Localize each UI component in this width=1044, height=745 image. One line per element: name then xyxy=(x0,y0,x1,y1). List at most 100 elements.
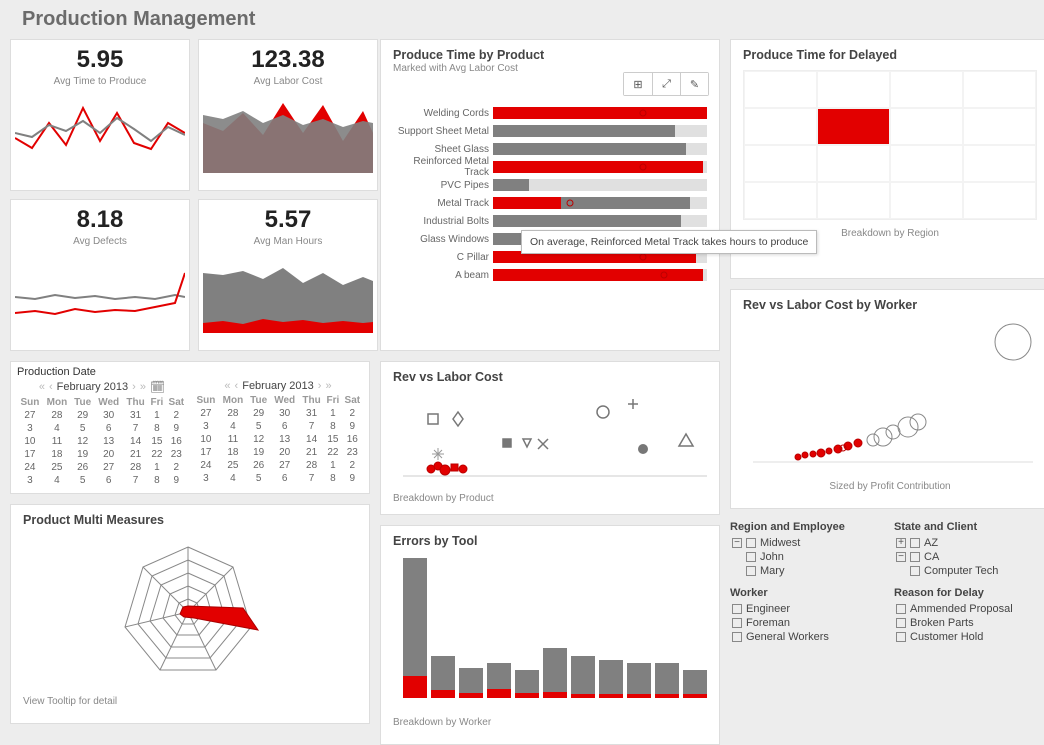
calendar-day[interactable]: 20 xyxy=(270,446,299,459)
production-date-filter[interactable]: Production Date « ‹ February 2013 › » 🗓 … xyxy=(10,361,370,494)
calendar-day[interactable]: 28 xyxy=(299,459,324,472)
kpi-avg-man-hours[interactable]: 5.57 Avg Man Hours xyxy=(198,199,378,351)
calendar-day[interactable]: 12 xyxy=(247,433,270,446)
calendar-day[interactable]: 27 xyxy=(17,409,43,422)
calendar-day[interactable]: 1 xyxy=(324,459,342,472)
calendar-day[interactable]: 30 xyxy=(94,409,123,422)
calendar-day[interactable]: 6 xyxy=(94,474,123,487)
calendar-day[interactable]: 11 xyxy=(43,435,71,448)
calendar-day[interactable]: 22 xyxy=(324,446,342,459)
calendar-day[interactable]: 25 xyxy=(219,459,247,472)
rev-vs-cost-worker-card[interactable]: Rev vs Labor Cost by Worker Sized by Pro… xyxy=(730,289,1044,509)
next-month-icon[interactable]: › xyxy=(132,381,136,393)
calendar-day[interactable]: 25 xyxy=(43,461,71,474)
expand-icon[interactable]: + xyxy=(896,538,906,548)
calendar-day[interactable]: 3 xyxy=(193,420,219,433)
calendar-day[interactable]: 9 xyxy=(342,420,363,433)
calendar-day[interactable]: 5 xyxy=(247,472,270,485)
calendar-day[interactable]: 26 xyxy=(71,461,94,474)
filter-item[interactable]: Computer Tech xyxy=(910,565,1044,577)
next-year-icon[interactable]: » xyxy=(140,381,146,393)
calendar-day[interactable]: 15 xyxy=(148,435,166,448)
calendar-day[interactable]: 14 xyxy=(123,435,148,448)
prev-month-icon[interactable]: ‹ xyxy=(235,380,239,392)
kpi-avg-defects[interactable]: 8.18 Avg Defects xyxy=(10,199,190,351)
product-row[interactable]: Industrial Bolts xyxy=(393,212,707,230)
calendar-day[interactable]: 27 xyxy=(193,407,219,420)
calendar-day[interactable]: 4 xyxy=(43,422,71,435)
filter-item[interactable]: Customer Hold xyxy=(896,631,1044,643)
calendar-day[interactable]: 22 xyxy=(148,448,166,461)
calendar-day[interactable]: 31 xyxy=(299,407,324,420)
calendar-day[interactable]: 18 xyxy=(219,446,247,459)
expand-button[interactable]: ⤢ xyxy=(652,73,680,95)
filter-item[interactable]: −CA xyxy=(896,551,1044,563)
checkbox[interactable] xyxy=(896,632,906,642)
prev-year-icon[interactable]: « xyxy=(39,381,45,393)
product-row[interactable]: A beam xyxy=(393,266,707,284)
calendar-day[interactable]: 13 xyxy=(270,433,299,446)
calendar-day[interactable]: 5 xyxy=(71,422,94,435)
kpi-avg-time[interactable]: 5.95 Avg Time to Produce xyxy=(10,39,190,191)
calendar-day[interactable]: 1 xyxy=(148,409,166,422)
calendar-day[interactable]: 5 xyxy=(247,420,270,433)
checkbox[interactable] xyxy=(746,552,756,562)
product-row[interactable]: Reinforced Metal Track xyxy=(393,158,707,176)
expand-icon[interactable]: − xyxy=(896,552,906,562)
calendar-day[interactable]: 16 xyxy=(166,435,187,448)
calendar-day[interactable]: 10 xyxy=(193,433,219,446)
data-panel-button[interactable]: ⊞ xyxy=(624,73,652,95)
calendar-day[interactable]: 9 xyxy=(166,422,187,435)
calendar-day[interactable]: 8 xyxy=(324,420,342,433)
expand-icon[interactable]: − xyxy=(732,538,742,548)
calendar-day[interactable]: 30 xyxy=(270,407,299,420)
filter-item[interactable]: −Midwest xyxy=(732,537,886,549)
calendar-icon[interactable]: 🗓 xyxy=(150,380,165,394)
calendar-day[interactable]: 15 xyxy=(324,433,342,446)
calendar-day[interactable]: 28 xyxy=(43,409,71,422)
calendar-day[interactable]: 7 xyxy=(123,422,148,435)
calendar-day[interactable]: 19 xyxy=(247,446,270,459)
calendar-day[interactable]: 7 xyxy=(123,474,148,487)
checkbox[interactable] xyxy=(746,538,756,548)
filter-item[interactable]: Mary xyxy=(746,565,886,577)
calendar-day[interactable]: 2 xyxy=(342,407,363,420)
calendar-day[interactable]: 24 xyxy=(17,461,43,474)
filter-item[interactable]: John xyxy=(746,551,886,563)
filter-item[interactable]: Engineer xyxy=(732,603,886,615)
product-row[interactable]: PVC Pipes xyxy=(393,176,707,194)
calendar-day[interactable]: 26 xyxy=(247,459,270,472)
edit-button[interactable]: ✎ xyxy=(680,73,708,95)
calendar-day[interactable]: 4 xyxy=(43,474,71,487)
calendar-day[interactable]: 29 xyxy=(247,407,270,420)
checkbox[interactable] xyxy=(732,604,742,614)
filter-item[interactable]: Broken Parts xyxy=(896,617,1044,629)
calendar-day[interactable]: 6 xyxy=(94,422,123,435)
rev-vs-cost-card[interactable]: Rev vs Labor Cost xyxy=(380,361,720,515)
errors-by-tool-card[interactable]: Errors by Tool Breakdown by Worker xyxy=(380,525,720,745)
calendar-day[interactable]: 19 xyxy=(71,448,94,461)
calendar-day[interactable]: 8 xyxy=(148,474,166,487)
product-multi-measures-card[interactable]: Product Multi Measures View T xyxy=(10,504,370,724)
calendar-day[interactable]: 29 xyxy=(71,409,94,422)
calendar-day[interactable]: 7 xyxy=(299,420,324,433)
calendar-day[interactable]: 2 xyxy=(166,461,187,474)
calendar-day[interactable]: 10 xyxy=(17,435,43,448)
calendar-day[interactable]: 4 xyxy=(219,472,247,485)
checkbox[interactable] xyxy=(910,552,920,562)
next-month-icon[interactable]: › xyxy=(318,380,322,392)
filter-item[interactable]: +AZ xyxy=(896,537,1044,549)
kpi-avg-labor-cost[interactable]: 123.38 Avg Labor Cost xyxy=(198,39,378,191)
checkbox[interactable] xyxy=(732,632,742,642)
calendar-day[interactable]: 4 xyxy=(219,420,247,433)
calendar-day[interactable]: 8 xyxy=(148,422,166,435)
calendar-day[interactable]: 8 xyxy=(324,472,342,485)
calendar-day[interactable]: 1 xyxy=(324,407,342,420)
calendar-day[interactable]: 28 xyxy=(219,407,247,420)
calendar-day[interactable]: 2 xyxy=(166,409,187,422)
checkbox[interactable] xyxy=(896,618,906,628)
calendar-day[interactable]: 28 xyxy=(123,461,148,474)
next-year-icon[interactable]: » xyxy=(325,380,331,392)
calendar-grid[interactable]: SunMonTueWedThuFriSat2728293031123456789… xyxy=(193,394,363,485)
calendar-day[interactable]: 6 xyxy=(270,472,299,485)
